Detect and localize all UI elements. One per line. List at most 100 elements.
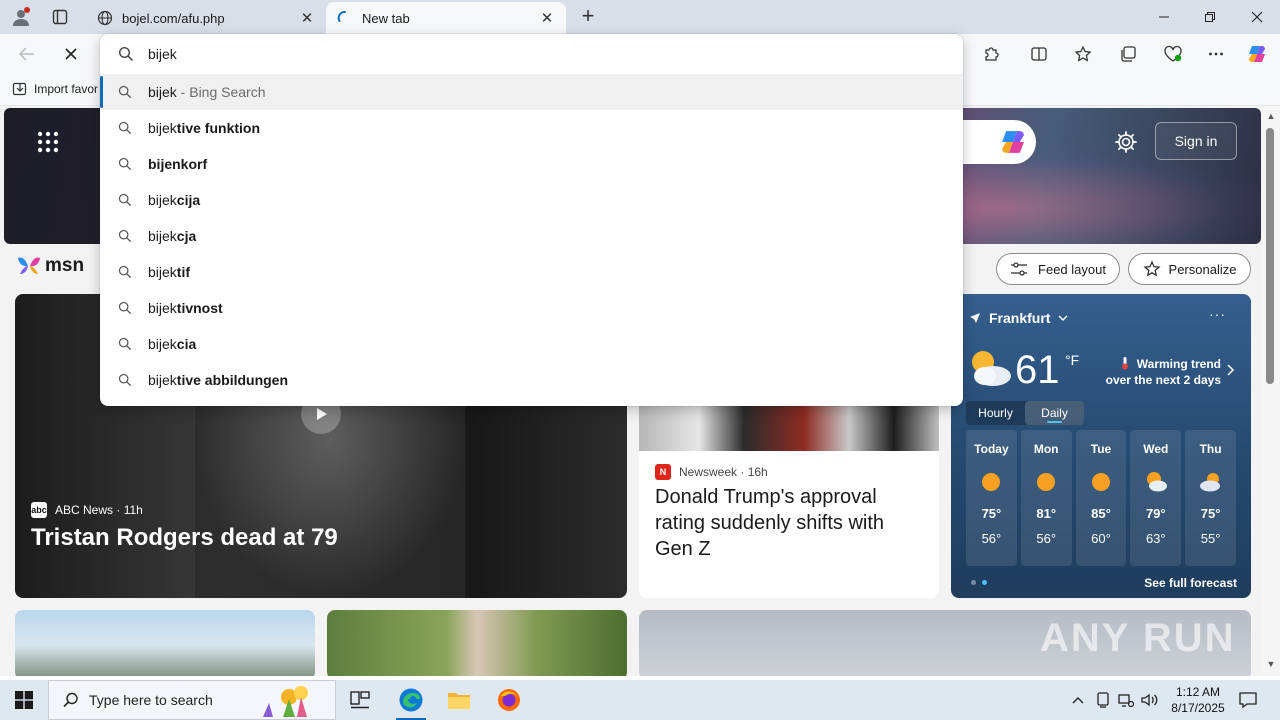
browser-essentials-button[interactable] [1158, 40, 1188, 68]
page-settings-icon[interactable] [1114, 130, 1138, 154]
taskbar-firefox[interactable] [486, 680, 532, 720]
show-hidden-icons-button[interactable] [1068, 680, 1088, 720]
favorites-button[interactable] [1068, 40, 1098, 68]
close-tab-icon[interactable]: ✕ [538, 9, 556, 27]
day-high: 75° [981, 506, 1002, 521]
suggestion-typed: bijek [148, 264, 177, 280]
feed-layout-button[interactable]: Feed layout [996, 253, 1120, 285]
collections-button[interactable] [1113, 40, 1143, 68]
scroll-down-icon[interactable]: ▼ [1265, 658, 1277, 670]
volume-button[interactable] [1140, 680, 1160, 720]
news-card-portrait[interactable] [327, 610, 627, 676]
address-input[interactable] [148, 46, 908, 62]
task-view-icon [350, 691, 370, 709]
news-title[interactable]: Donald Trump's approval rating suddenly … [655, 484, 925, 562]
new-tab-button[interactable]: + [576, 5, 600, 29]
forecast-day[interactable]: Tue 85° 60° [1075, 430, 1127, 566]
sign-in-button[interactable]: Sign in [1155, 122, 1237, 160]
suggestion-item[interactable]: bijek cia [100, 326, 963, 362]
suggestion-item[interactable]: bijenkorf [100, 146, 963, 182]
tab-bojel[interactable]: bojel.com/afu.php ✕ [86, 2, 326, 34]
tray-device-button[interactable] [1094, 680, 1112, 720]
day-high: 79° [1145, 506, 1166, 521]
thermometer-icon [1122, 357, 1129, 370]
scroll-up-icon[interactable]: ▲ [1265, 110, 1277, 122]
split-screen-button[interactable] [1024, 40, 1054, 68]
tab-daily[interactable]: Daily [1025, 401, 1084, 425]
suggestion-item[interactable]: bijek - Bing Search [100, 74, 963, 110]
suggestion-item[interactable]: bijek tivnost [100, 290, 963, 326]
weather-location-selector[interactable]: Frankfurt [969, 310, 1076, 326]
close-tab-icon[interactable]: ✕ [298, 9, 316, 27]
settings-and-more-button[interactable] [1201, 40, 1231, 68]
weather-more-options-icon[interactable]: ··· [1209, 306, 1226, 322]
start-button[interactable] [0, 680, 48, 720]
weather-trend[interactable]: Warming trend over the next 2 days [1101, 356, 1221, 388]
network-button[interactable] [1116, 680, 1136, 720]
tab-new-tab[interactable]: New tab ✕ [326, 2, 566, 34]
suggestion-list: bijek - Bing Search bijek tive funktion b… [100, 74, 963, 398]
scroll-thumb[interactable] [1266, 128, 1274, 384]
copilot-icon [1002, 131, 1024, 153]
minimize-button[interactable] [1141, 0, 1187, 34]
suggestion-item[interactable]: bijek cja [100, 218, 963, 254]
taskbar-edge[interactable] [388, 680, 434, 720]
tab-hourly[interactable]: Hourly [966, 401, 1025, 425]
profile-icon [13, 7, 30, 26]
taskbar-file-explorer[interactable] [436, 680, 482, 720]
speaker-icon [1141, 693, 1158, 707]
news-card-city[interactable] [15, 610, 315, 676]
see-full-forecast-link[interactable]: See full forecast [1127, 576, 1237, 590]
task-view-button[interactable] [337, 680, 383, 720]
headline-title[interactable]: Tristan Rodgers dead at 79 [31, 524, 338, 552]
suggestion-completion: bijenkorf [148, 156, 208, 172]
forecast-day[interactable]: Thu 75° 55° [1185, 430, 1236, 566]
page-scrollbar[interactable]: ▲ ▼ [1262, 106, 1280, 676]
separator-dot: · [113, 503, 124, 517]
page-dot-active[interactable] [982, 580, 987, 585]
close-window-button[interactable] [1234, 0, 1280, 34]
suggestion-completion: tif [176, 264, 191, 280]
weather-location: Frankfurt [989, 310, 1051, 326]
profile-button[interactable] [8, 5, 34, 29]
heart-pulse-icon [1164, 45, 1182, 62]
clock-time: 1:12 AM [1175, 685, 1221, 699]
suggestion-completion: cja [176, 228, 197, 244]
day-high: 85° [1091, 506, 1111, 521]
partly-cloudy-icon [1146, 472, 1167, 492]
day-low: 60° [1091, 531, 1111, 546]
trend-line-2: over the next 2 days [1105, 373, 1221, 387]
action-center-button[interactable] [1236, 680, 1260, 720]
suggestion-item[interactable]: bijek tif [100, 254, 963, 290]
day-name: Today [974, 442, 1009, 456]
back-button[interactable] [12, 40, 42, 68]
flowers-illustration-icon [263, 686, 308, 717]
day-low: 63° [1145, 531, 1166, 546]
extensions-button[interactable] [976, 40, 1006, 68]
sliders-icon [1011, 262, 1028, 276]
forecast-day[interactable]: Mon 81° 56° [1020, 430, 1072, 566]
forecast-day[interactable]: Wed 79° 63° [1130, 430, 1182, 566]
search-icon [118, 265, 132, 279]
msn-logo[interactable]: msn [16, 254, 84, 278]
copilot-button[interactable] [1242, 40, 1272, 68]
app-launcher-icon[interactable] [36, 130, 60, 154]
suggestion-item[interactable]: bijek tive funktion [100, 110, 963, 146]
tab-actions-button[interactable] [46, 5, 74, 29]
stop-loading-button[interactable] [56, 40, 86, 68]
personalize-button[interactable]: Personalize [1128, 253, 1251, 285]
suggestion-item[interactable]: bijek cija [100, 182, 963, 218]
suggestion-item[interactable]: bijek tive abbildungen [100, 362, 963, 398]
network-icon [1118, 694, 1134, 707]
copilot-search-button[interactable] [954, 120, 1036, 164]
system-clock[interactable]: 1:12 AM 8/17/2025 [1162, 684, 1234, 716]
tab-actions-icon [52, 9, 68, 25]
taskbar-search-box[interactable]: Type here to search [48, 680, 336, 720]
star-icon [1074, 45, 1092, 62]
page-dot[interactable] [971, 580, 976, 585]
forecast-day[interactable]: Today 75° 56° [966, 430, 1017, 566]
import-favorites-button[interactable]: Import favor [12, 81, 98, 97]
restore-button[interactable] [1187, 0, 1233, 34]
weather-tabs: Hourly Daily [966, 401, 1084, 425]
address-bar[interactable] [100, 34, 963, 74]
